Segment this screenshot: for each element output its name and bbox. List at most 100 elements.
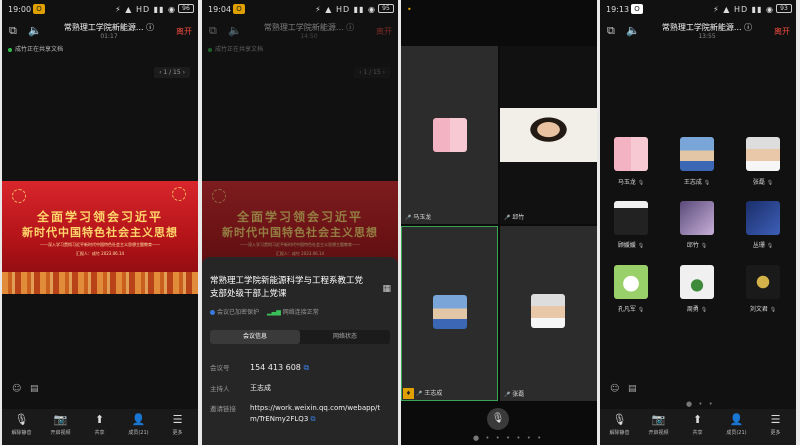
avatar[interactable] [746,137,780,171]
leave-button[interactable]: 离开 [376,26,392,37]
meeting-duration: 14:50 [300,33,318,40]
emoji-icon[interactable]: ☺ [610,384,619,394]
participant-name: 孔凡军 🎙 [617,306,645,313]
status-time: 19:00 [8,5,32,14]
signal-icons: ⚡ ▲ HD ▮▮ ◉ [713,5,774,14]
avatar[interactable] [614,201,648,235]
meeting-header: ⧉ 🔈 常熟理工学院新能源... ⓘ 01:17 离开 [2,20,198,44]
slide-pager[interactable]: ‹ 1 / 15 › [154,67,190,78]
emoji-icon[interactable]: ☺ [12,384,21,394]
meeting-id-row: 会议号 154 413 608 ⧉ [210,363,310,372]
notification-badge: O [33,4,45,14]
chat-icon[interactable]: ▤ [628,384,637,394]
host-value: 王志成 [250,384,271,392]
speaker-icon[interactable]: 🔈 [626,24,640,37]
more-button[interactable]: ☰ 更多 [756,413,795,436]
slide-subtitle: ——深入学习贯彻习近平新时代中国特色社会主义思想主题教育—— [240,242,360,247]
members-icon: 👤 [131,413,146,426]
participant-name: 马玉龙 🎙 [617,179,645,186]
status-time: 19:04 [208,5,232,14]
video-tile[interactable]: 马玉龙 [401,46,498,224]
host-row: 主持人 王志成 [210,383,390,394]
slide-title-line2: 新时代中国特色社会主义思想 [22,226,178,239]
members-button[interactable]: 👤 成员(21) [717,413,756,436]
slide-subtitle: ——深入学习贯彻习近平新时代中国特色社会主义思想主题教育—— [40,242,160,247]
tab-network-status[interactable]: 网络状态 [300,330,390,344]
members-button[interactable]: 👤 成员(21) [119,413,158,436]
meeting-header: ⧉ 🔈 常熟理工学院新能源... ⓘ 14:50 离开 [202,20,398,44]
avatar[interactable] [614,137,648,171]
shared-slide[interactable]: 全面学习领会习近平 新时代中国特色社会主义思想 ——深入学习贯彻习近平新时代中国… [2,181,198,294]
meeting-id-value: 154 413 608 [250,363,301,372]
slide-title-line2: 新时代中国特色社会主义思想 [222,226,378,239]
minimize-icon[interactable]: ⧉ [209,24,217,38]
meeting-full-title: 常熟理工学院新能源科学与工程系教工党支部处级干部上党课 [210,276,364,299]
qr-code-icon[interactable]: ▦ [382,284,391,294]
chat-icon[interactable]: ▤ [30,384,39,394]
copy-icon[interactable]: ⧉ [311,415,316,423]
notification-badge: O [233,4,245,14]
speaker-icon[interactable]: 🔈 [28,24,42,37]
minimize-icon[interactable]: ⧉ [9,24,17,38]
video-tile[interactable]: 张磊 [500,226,597,401]
meeting-title[interactable]: 常熟理工学院新能源... ⓘ [54,22,164,33]
participant-video [500,108,597,162]
mic-off-icon: 🎙 [700,307,708,313]
signal-icons: ⚡ ▲ HD ▮▮ ◉ [115,5,176,14]
more-button[interactable]: ☰ 更多 [158,413,197,436]
status-bar: 19:04 O ⚡ ▲ HD ▮▮ ◉ 95 [202,0,398,20]
unmute-button[interactable]: 🎙 解除静音 [2,413,41,436]
status-time: 19:13 [606,5,630,14]
more-icon: ☰ [770,413,781,426]
unmute-button[interactable]: 🎙 解除静音 [600,413,639,436]
meeting-info-sheet: 常熟理工学院新能源科学与工程系教工党支部处级干部上党课 ▦ 会议已加密保护 ▂▄▆… [202,257,398,445]
slide-presenter: 汇报人：成竹 2023.06.14 [75,251,125,256]
leave-button[interactable]: 离开 [176,26,192,37]
meeting-duration: 13:55 [698,33,716,40]
info-tabs: 会议信息 网络状态 [210,330,390,344]
avatar [433,118,467,152]
meeting-header: ⧉ 🔈 常熟理工学院新能源... ⓘ 13:55 离开 [600,20,796,44]
mic-off-icon: 🎙 [766,243,774,249]
meeting-toolbar: 🎙 解除静音 📷 开启视频 ⬆ 共享 👤 成员(21) ☰ 更多 [600,409,796,445]
share-button[interactable]: ⬆ 共享 [80,413,119,436]
page-dots[interactable]: ● • • [686,400,715,408]
participant-name: 张磊 🎙 [752,179,774,186]
avatar[interactable] [680,265,714,299]
start-video-button[interactable]: 📷 开启视频 [639,413,678,436]
notification-badge: O [631,4,643,14]
avatar[interactable] [614,265,648,299]
mic-toggle-button[interactable]: 🎙 [487,408,509,430]
mic-icon: 🎙 [491,413,505,424]
status-bar: 19:13 O ⚡ ▲ HD ▮▮ ◉ 93 [600,0,796,20]
meeting-title[interactable]: 常熟理工学院新能源... ⓘ [652,22,762,33]
minimize-icon[interactable]: ⧉ [607,24,615,38]
status-bar: 19:00 O ⚡ ▲ HD ▮▮ ◉ 96 [2,0,198,20]
speaker-icon[interactable]: 🔈 [228,24,242,37]
mic-off-icon: 🎙 [637,243,645,249]
avatar[interactable] [680,137,714,171]
page-dots[interactable]: ● • • • • • • [473,434,543,442]
shield-icon [210,310,215,315]
members-icon: 👤 [729,413,744,426]
slide-title-line1: 全面学习领会习近平 [36,210,163,224]
video-tile[interactable]: 邱竹 [500,46,597,224]
participant-name: 邱竹 🎙 [686,242,708,249]
share-icon: ⬆ [94,413,105,426]
video-tile-active-speaker[interactable]: 王志成 ♦ [401,226,498,401]
battery-icon: 96 [178,4,194,13]
slide-pager[interactable]: ‹ 1 / 15 › [354,67,390,78]
copy-icon[interactable]: ⧉ [303,363,309,372]
participants-grid-view: 19:13 O ⚡ ▲ HD ▮▮ ◉ 93 ⧉ 🔈 常熟理工学院新能源... … [600,0,796,445]
share-button[interactable]: ⬆ 共享 [678,413,717,436]
camera-off-icon: 📷 [53,413,68,426]
leave-button[interactable]: 离开 [774,26,790,37]
meeting-info-view: 19:04 O ⚡ ▲ HD ▮▮ ◉ 95 ⧉ 🔈 常熟理工学院新能源... … [202,0,398,445]
mic-off-icon: 🎙 [769,307,777,313]
meeting-title[interactable]: 常熟理工学院新能源... ⓘ [254,22,364,33]
start-video-button[interactable]: 📷 开启视频 [41,413,80,436]
tab-meeting-info[interactable]: 会议信息 [210,330,300,344]
avatar[interactable] [746,201,780,235]
avatar[interactable] [746,265,780,299]
avatar[interactable] [680,201,714,235]
